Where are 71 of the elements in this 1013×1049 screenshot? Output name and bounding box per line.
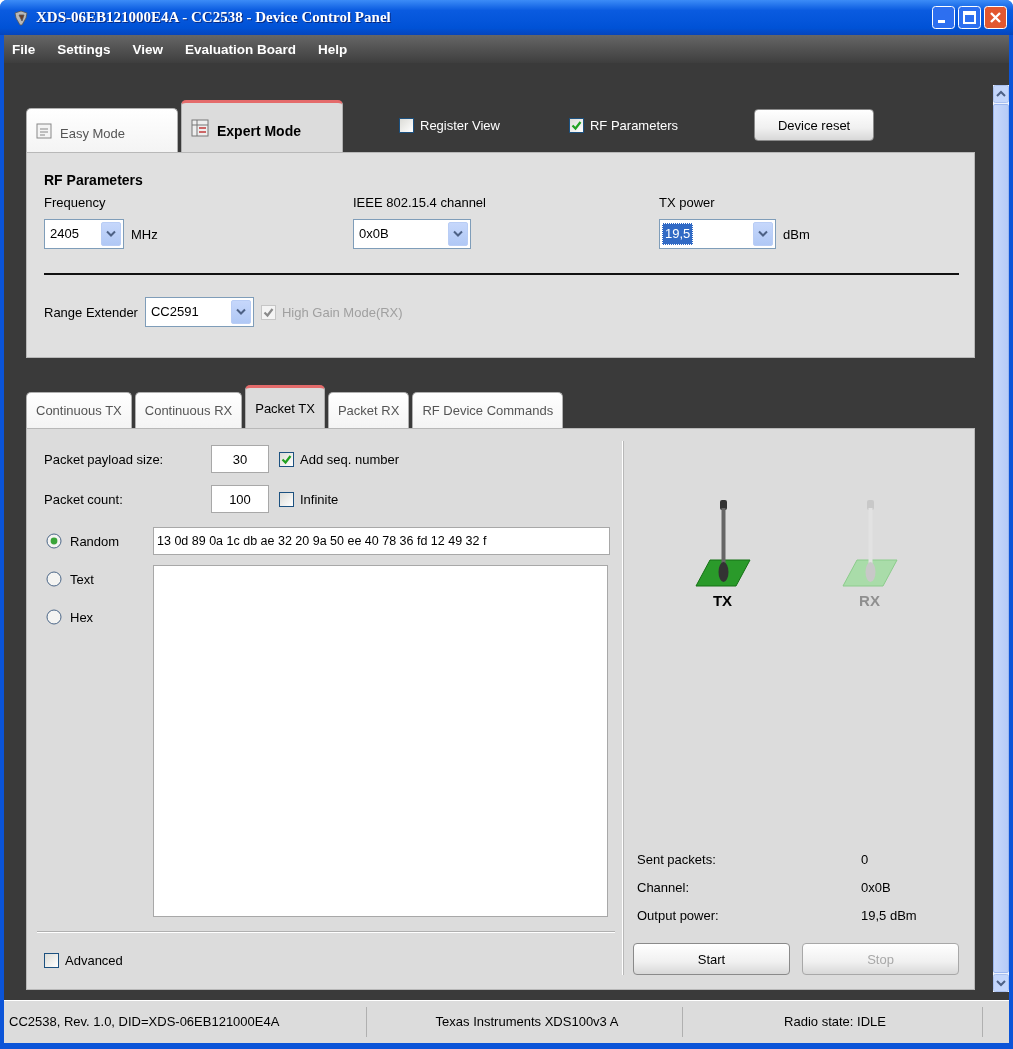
chevron-down-icon bbox=[453, 230, 463, 238]
checkbox-label: RF Parameters bbox=[589, 117, 679, 133]
status-text: Texas Instruments XDS100v3 A bbox=[367, 1007, 683, 1037]
indicator-label: TX bbox=[712, 592, 733, 609]
action-button[interactable]: Start bbox=[633, 943, 790, 975]
menu-item[interactable]: View bbox=[132, 41, 164, 57]
checkbox-label: Register View bbox=[420, 117, 500, 133]
tab[interactable]: Packet TX bbox=[245, 385, 325, 428]
radio-label: Random bbox=[70, 533, 120, 549]
stat-label: Output power: bbox=[637, 908, 720, 923]
window-title: XDS-06EB121000E4A - CC2538 - Device Control Panel bbox=[36, 9, 392, 26]
checkbox[interactable] bbox=[279, 491, 294, 507]
radio-button[interactable] bbox=[46, 533, 62, 549]
checkbox-label: High Gain Mode(RX) bbox=[281, 304, 403, 320]
maximize-button[interactable] bbox=[958, 6, 981, 29]
app-logo-icon bbox=[12, 8, 30, 27]
stat-value: 0x0B bbox=[861, 880, 891, 895]
field-label: Frequency bbox=[44, 195, 107, 210]
dropdown[interactable]: CC2591 bbox=[144, 297, 254, 327]
dropdown[interactable]: 2405 bbox=[44, 219, 124, 249]
checkbox-label: Add seq. number bbox=[300, 451, 399, 467]
chevron-down-icon bbox=[106, 230, 116, 238]
stat-label: Channel: bbox=[637, 880, 691, 895]
menu-item[interactable]: File bbox=[12, 41, 36, 57]
tab[interactable]: Expert Mode bbox=[181, 100, 343, 152]
checkbox[interactable] bbox=[44, 953, 59, 968]
input-field[interactable]: 100 bbox=[211, 485, 269, 513]
checkbox[interactable] bbox=[399, 117, 414, 133]
status-text: Radio state: IDLE bbox=[683, 1007, 983, 1037]
menu-item[interactable]: Help bbox=[318, 41, 348, 57]
checkbox[interactable] bbox=[568, 117, 584, 133]
unit-label: dBm bbox=[783, 226, 810, 242]
tab[interactable]: Continuous RX bbox=[134, 392, 243, 428]
scroll-down-button[interactable] bbox=[993, 974, 1009, 992]
radio-button[interactable] bbox=[46, 571, 62, 587]
unit-label: MHz bbox=[131, 226, 158, 242]
input-field[interactable]: 13 0d 89 0a 1c db ae 32 20 9a 50 ee 40 78 36 fd 12 49 32 f bbox=[153, 527, 610, 555]
tab[interactable]: Continuous TX bbox=[26, 392, 132, 428]
tab[interactable]: Packet RX bbox=[327, 392, 410, 428]
chevron-down-icon bbox=[235, 308, 246, 316]
radio-label: Hex bbox=[70, 609, 94, 625]
dropdown[interactable]: 19,5 bbox=[659, 219, 776, 249]
input-field[interactable]: 30 bbox=[211, 445, 269, 473]
table-icon bbox=[191, 118, 209, 137]
section-title: RF Parameters bbox=[44, 172, 144, 188]
field-label: Packet count: bbox=[44, 491, 124, 507]
stat-label: Sent packets: bbox=[637, 852, 717, 867]
stat-value: 0 bbox=[861, 852, 869, 867]
tab[interactable]: Easy Mode bbox=[26, 108, 178, 152]
tab[interactable]: RF Device Commands bbox=[412, 392, 564, 428]
checkbox-label: Advanced bbox=[65, 953, 123, 968]
status-text: CC2538, Rev. 1.0, DID=XDS-06EB121000E4A bbox=[4, 1007, 367, 1037]
checkbox-label: Infinite bbox=[300, 491, 339, 507]
checkbox[interactable] bbox=[279, 451, 294, 467]
close-button[interactable] bbox=[984, 6, 1007, 29]
radio-label: Text bbox=[70, 571, 94, 587]
field-label: Range Extender bbox=[44, 304, 138, 320]
field-label: TX power bbox=[659, 195, 716, 210]
minimize-button[interactable] bbox=[932, 6, 955, 29]
scroll-up-button[interactable] bbox=[993, 85, 1009, 103]
menu-item[interactable]: Evaluation Board bbox=[185, 41, 297, 57]
dropdown[interactable]: 0x0B bbox=[353, 219, 471, 249]
stat-value: 19,5 dBm bbox=[861, 908, 917, 923]
menu-item[interactable]: Settings bbox=[57, 41, 111, 57]
indicator-label: RX bbox=[859, 592, 880, 609]
chevron-down-icon bbox=[758, 230, 768, 238]
device-reset-button[interactable]: Device reset bbox=[754, 109, 875, 141]
form-icon bbox=[36, 122, 52, 139]
radio-button[interactable] bbox=[46, 609, 62, 625]
field-label: Packet payload size: bbox=[44, 451, 165, 467]
field-label: IEEE 802.15.4 channel bbox=[353, 195, 487, 210]
